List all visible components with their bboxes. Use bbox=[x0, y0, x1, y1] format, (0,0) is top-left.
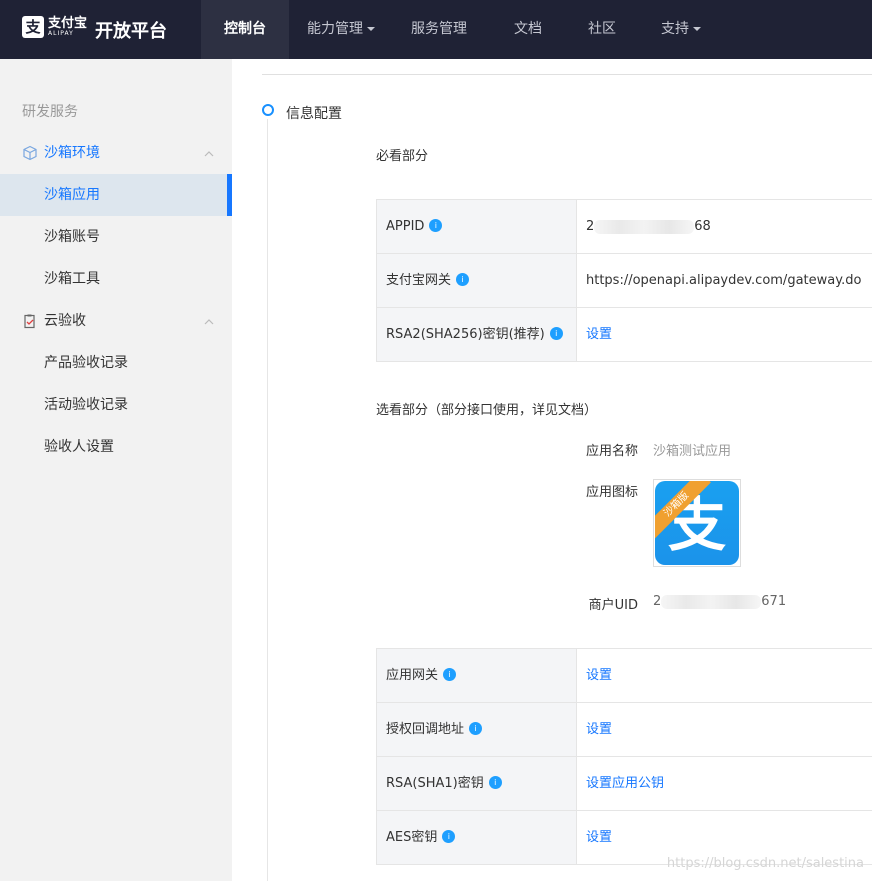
info-icon[interactable]: i bbox=[469, 722, 483, 735]
step-title: 信息配置 bbox=[286, 106, 342, 122]
logo-text-en: ALIPAY bbox=[48, 30, 74, 37]
table-row: 支付宝网关 i https://openapi.alipaydev.com/gat… bbox=[377, 254, 872, 308]
alipay-logo-icon: 支 bbox=[22, 16, 44, 38]
cube-icon bbox=[23, 145, 37, 161]
info-icon[interactable]: i bbox=[488, 776, 502, 789]
table-row: APPID i 2 68 bbox=[377, 200, 872, 254]
sidebar-item-label: 沙箱环境 bbox=[44, 145, 100, 161]
info-icon[interactable]: i bbox=[442, 830, 456, 843]
auth-callback-set-link[interactable]: 设置 bbox=[577, 703, 872, 756]
sidebar-item-activity-records[interactable]: 活动验收记录 bbox=[0, 384, 232, 426]
app-gateway-set-link[interactable]: 设置 bbox=[577, 649, 872, 702]
sidebar: 研发服务 沙箱环境 沙箱应用 沙箱账号 沙箱工具 云验收 产品验收记录 活动验收… bbox=[0, 59, 232, 881]
row-key: AES密钥 i bbox=[377, 811, 577, 864]
sidebar-item-label: 沙箱工具 bbox=[44, 271, 100, 287]
info-icon[interactable]: i bbox=[456, 273, 470, 286]
app-icon-image: 支 沙箱版 bbox=[653, 479, 741, 567]
row-key: 应用网关 i bbox=[377, 649, 577, 702]
nav-console[interactable]: 控制台 bbox=[201, 0, 289, 59]
main-nav: 控制台 能力管理 服务管理 文档 社区 支持 bbox=[201, 0, 729, 59]
rsa2-set-link[interactable]: 设置 bbox=[577, 308, 872, 361]
caret-down-icon bbox=[367, 27, 375, 31]
table-row: 授权回调地址 i 设置 bbox=[377, 703, 872, 757]
nav-support[interactable]: 支持 bbox=[633, 0, 729, 59]
info-icon[interactable]: i bbox=[429, 219, 443, 232]
row-key: 支付宝网关 i bbox=[377, 254, 577, 307]
table-row: 应用网关 i 设置 bbox=[377, 649, 872, 703]
nav-capability[interactable]: 能力管理 bbox=[289, 0, 393, 59]
sidebar-item-label: 活动验收记录 bbox=[44, 397, 128, 413]
optional-section-title: 选看部分（部分接口使用，详见文档） bbox=[376, 403, 598, 418]
redacted-blur bbox=[661, 594, 762, 609]
sidebar-item-label: 产品验收记录 bbox=[44, 355, 128, 371]
sidebar-item-label: 验收人设置 bbox=[44, 439, 114, 455]
step-circle-icon bbox=[262, 104, 274, 116]
sidebar-item-sandbox-app[interactable]: 沙箱应用 bbox=[0, 174, 232, 216]
row-key: 授权回调地址 i bbox=[377, 703, 577, 756]
required-table: APPID i 2 68 支付宝网关 i https://openapi.alipay… bbox=[376, 199, 872, 362]
step-line bbox=[267, 119, 268, 881]
app-name-value: 沙箱测试应用 bbox=[653, 444, 732, 459]
sidebar-item-sandbox-tools[interactable]: 沙箱工具 bbox=[0, 258, 232, 300]
optional-table: 应用网关 i 设置 授权回调地址 i 设置 RSA(SHA1)密钥 i 设置应用公钥 … bbox=[376, 648, 872, 865]
info-icon[interactable]: i bbox=[549, 327, 563, 340]
clipboard-check-icon bbox=[24, 314, 35, 329]
sidebar-item-label: 沙箱应用 bbox=[44, 187, 100, 203]
info-icon[interactable]: i bbox=[443, 668, 457, 681]
app-name-label: 应用名称 bbox=[585, 444, 638, 459]
platform-title: 开放平台 bbox=[95, 21, 167, 42]
logo-text-cn: 支付宝 bbox=[48, 16, 88, 31]
top-navbar: 支 支付宝 ALIPAY 开放平台 控制台 能力管理 服务管理 文档 社区 支持 bbox=[0, 0, 872, 59]
merchant-uid-value: 2 671 bbox=[653, 594, 787, 609]
alipay-logo[interactable]: 支 支付宝 ALIPAY bbox=[22, 16, 87, 38]
sidebar-item-cloud-accept[interactable]: 云验收 bbox=[0, 300, 232, 342]
table-row: RSA(SHA1)密钥 i 设置应用公钥 bbox=[377, 757, 872, 811]
row-key: RSA(SHA1)密钥 i bbox=[377, 757, 577, 810]
gateway-value: https://openapi.alipaydev.com/gateway.do bbox=[586, 273, 862, 288]
sidebar-item-acceptor-settings[interactable]: 验收人设置 bbox=[0, 426, 232, 468]
row-key: APPID i bbox=[377, 200, 577, 253]
appid-value: 2 68 bbox=[586, 219, 711, 234]
nav-community[interactable]: 社区 bbox=[571, 0, 633, 59]
app-icon-label: 应用图标 bbox=[585, 485, 638, 500]
row-key: RSA2(SHA256)密钥(推荐) i bbox=[377, 308, 577, 361]
chevron-up-icon bbox=[204, 151, 214, 157]
divider bbox=[262, 74, 872, 75]
rsa-sha1-set-link[interactable]: 设置应用公钥 bbox=[577, 757, 872, 810]
chevron-up-icon bbox=[204, 319, 214, 325]
required-section-title: 必看部分 bbox=[376, 149, 429, 164]
nav-docs[interactable]: 文档 bbox=[485, 0, 571, 59]
sidebar-item-label: 沙箱账号 bbox=[44, 229, 100, 245]
redacted-blur bbox=[594, 219, 695, 234]
caret-down-icon bbox=[693, 27, 701, 31]
sidebar-item-sandbox-env[interactable]: 沙箱环境 bbox=[0, 132, 232, 174]
sidebar-group-title: 研发服务 bbox=[22, 104, 78, 120]
sidebar-item-product-records[interactable]: 产品验收记录 bbox=[0, 342, 232, 384]
table-row: RSA2(SHA256)密钥(推荐) i 设置 bbox=[377, 308, 872, 362]
sidebar-item-sandbox-account[interactable]: 沙箱账号 bbox=[0, 216, 232, 258]
sidebar-item-label: 云验收 bbox=[44, 313, 86, 329]
main-content: 信息配置 必看部分 APPID i 2 68 支付宝网关 i https://open… bbox=[232, 59, 872, 881]
merchant-uid-label: 商户UID bbox=[588, 598, 638, 613]
nav-service[interactable]: 服务管理 bbox=[393, 0, 485, 59]
watermark: https://blog.csdn.net/salestina bbox=[666, 856, 864, 871]
